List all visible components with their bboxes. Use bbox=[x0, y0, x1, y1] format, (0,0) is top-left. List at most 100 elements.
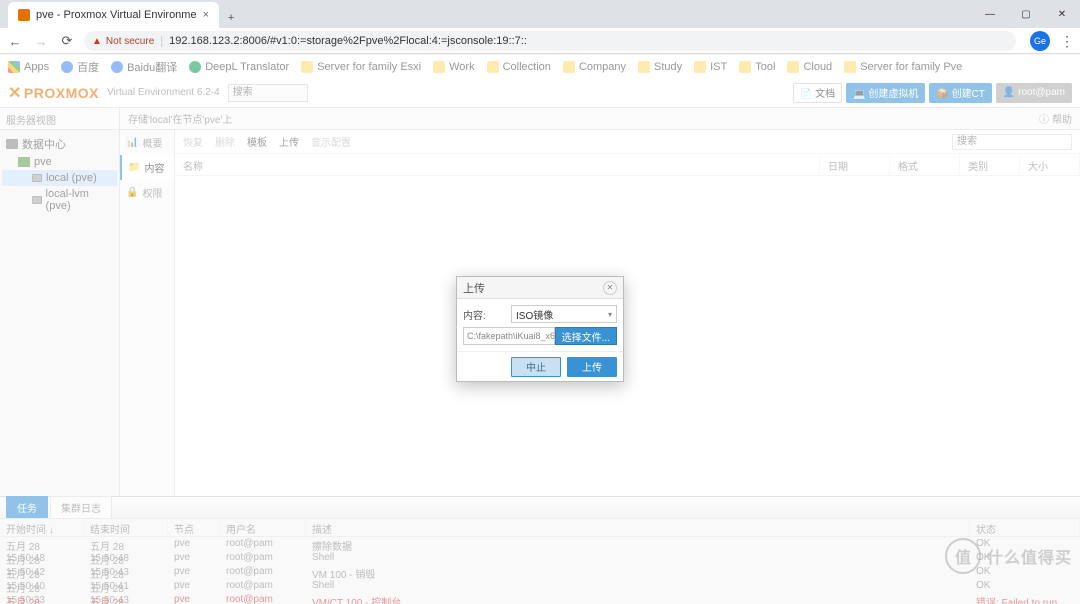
col-size[interactable]: 大小 bbox=[1020, 154, 1080, 175]
log-col-user[interactable]: 用户名 bbox=[220, 519, 306, 536]
storage-icon bbox=[32, 174, 42, 182]
folder-icon bbox=[563, 61, 575, 73]
user-menu-button[interactable]: 👤 root@pam bbox=[996, 83, 1072, 103]
tab-title: pve - Proxmox Virtual Environme bbox=[36, 9, 197, 21]
back-icon[interactable]: ← bbox=[6, 32, 24, 50]
delete-button[interactable]: 删除 bbox=[215, 134, 235, 149]
upload-submit-button[interactable]: 上传 bbox=[567, 357, 617, 377]
pve-version: Virtual Environment 6.2-4 bbox=[107, 87, 220, 98]
log-col-end[interactable]: 结束时间 bbox=[84, 519, 168, 536]
docs-button[interactable]: 📄 文档 bbox=[793, 83, 842, 103]
tree-datacenter[interactable]: 数据中心 bbox=[2, 134, 117, 154]
breadcrumb: 存储'local'在节点'pve'上 ⓘ 帮助 bbox=[120, 108, 1080, 130]
server-tree-sidebar: 服务器视图 数据中心 pve local (pve) local-lvm (pv… bbox=[0, 108, 120, 496]
window-minimize-icon[interactable]: — bbox=[972, 0, 1008, 28]
log-rows: 五月 28 15:50:48五月 28 15:50:48pveroot@pam擦… bbox=[0, 537, 1080, 604]
pve-search-input[interactable] bbox=[228, 84, 308, 102]
content-table-header: 名称 日期 格式 类别 大小 bbox=[175, 154, 1080, 176]
log-row[interactable]: 五月 28 15:50:33五月 28 15:50:43pveroot@pamS… bbox=[0, 579, 1080, 593]
bookmark-item[interactable]: 百度 bbox=[61, 59, 99, 75]
choose-file-button[interactable]: 选择文件... bbox=[555, 327, 617, 345]
modal-close-icon[interactable]: ✕ bbox=[603, 281, 617, 295]
bookmark-folder[interactable]: Server for family Esxi bbox=[301, 61, 421, 73]
restore-button[interactable]: 恢复 bbox=[183, 134, 203, 149]
bookmark-folder[interactable]: Cloud bbox=[787, 61, 832, 73]
tree-storage-local-lvm[interactable]: local-lvm (pve) bbox=[2, 186, 117, 214]
folder-icon bbox=[638, 61, 650, 73]
folder-icon bbox=[487, 61, 499, 73]
col-type[interactable]: 类别 bbox=[960, 154, 1020, 175]
log-row[interactable]: 五月 28 15:50:42五月 28 15:50:43pveroot@pamS… bbox=[0, 551, 1080, 565]
log-col-node[interactable]: 节点 bbox=[168, 519, 220, 536]
help-button[interactable]: ⓘ 帮助 bbox=[1039, 111, 1072, 126]
log-tab-cluster[interactable]: 集群日志 bbox=[50, 496, 112, 518]
template-button[interactable]: 模板 bbox=[247, 134, 267, 149]
folder-icon bbox=[301, 61, 313, 73]
log-col-start[interactable]: 开始时间 ↓ bbox=[0, 519, 84, 536]
reload-icon[interactable]: ⟳ bbox=[58, 32, 76, 50]
forward-icon[interactable]: → bbox=[32, 32, 50, 50]
bookmark-folder[interactable]: Company bbox=[563, 61, 626, 73]
window-close-icon[interactable]: ✕ bbox=[1044, 0, 1080, 28]
url-text: 192.168.123.2:8006/#v1:0:=storage%2Fpve%… bbox=[169, 35, 527, 47]
sidebar-title: 服务器视图 bbox=[0, 108, 119, 130]
address-bar[interactable]: ▲Not secure | 192.168.123.2:8006/#v1:0:=… bbox=[84, 31, 1016, 51]
bookmark-folder[interactable]: Collection bbox=[487, 61, 551, 73]
abort-button[interactable]: 中止 bbox=[511, 357, 561, 377]
tree-node-pve[interactable]: pve bbox=[2, 154, 117, 170]
site-icon bbox=[61, 61, 73, 73]
browser-tab[interactable]: pve - Proxmox Virtual Environme × bbox=[8, 2, 219, 28]
bookmark-item[interactable]: DeepL Translator bbox=[189, 61, 289, 73]
storage-icon bbox=[32, 196, 42, 204]
subnav-permissions[interactable]: 🔒 权限 bbox=[120, 180, 174, 205]
folder-icon bbox=[739, 61, 751, 73]
bookmark-apps[interactable]: Apps bbox=[8, 61, 49, 73]
site-icon bbox=[111, 61, 123, 73]
file-path-field[interactable]: C:\fakepath\iKuai8_x64_3.3.7_ bbox=[463, 327, 555, 345]
node-icon bbox=[18, 157, 30, 167]
log-row[interactable]: 五月 28 15:50:48五月 28 15:50:48pveroot@pam擦… bbox=[0, 537, 1080, 551]
new-tab-button[interactable]: + bbox=[219, 12, 243, 28]
show-config-button[interactable]: 显示配置 bbox=[311, 134, 351, 149]
log-row[interactable]: 五月 28 15:50:40五月 28 15:50:41pveroot@pamV… bbox=[0, 565, 1080, 579]
upload-button[interactable]: 上传 bbox=[279, 134, 299, 149]
datacenter-icon bbox=[6, 139, 18, 149]
chrome-menu-icon[interactable]: ⋮ bbox=[1060, 33, 1074, 50]
profile-avatar[interactable]: Ge bbox=[1030, 31, 1050, 51]
log-row[interactable]: 五月 28 14:56:31五月 28 15:50:43pveroot@pamV… bbox=[0, 593, 1080, 604]
col-date[interactable]: 日期 bbox=[820, 154, 890, 175]
content-search-input[interactable] bbox=[952, 134, 1072, 150]
warning-icon: ▲ bbox=[92, 36, 102, 47]
site-icon bbox=[189, 61, 201, 73]
col-format[interactable]: 格式 bbox=[890, 154, 960, 175]
log-col-status[interactable]: 状态 bbox=[970, 519, 1080, 536]
apps-icon bbox=[8, 61, 20, 73]
create-vm-button[interactable]: 💻 创建虚拟机 bbox=[846, 83, 925, 103]
log-tab-tasks[interactable]: 任务 bbox=[6, 496, 48, 518]
create-ct-button[interactable]: 📦 创建CT bbox=[929, 83, 992, 103]
window-maximize-icon[interactable]: ▢ bbox=[1008, 0, 1044, 28]
content-select[interactable]: ISO镜像 ▾ bbox=[511, 305, 617, 323]
folder-icon bbox=[694, 61, 706, 73]
folder-icon bbox=[433, 61, 445, 73]
modal-header[interactable]: 上传 ✕ bbox=[457, 277, 623, 299]
log-col-desc[interactable]: 描述 bbox=[306, 519, 970, 536]
bookmark-folder[interactable]: IST bbox=[694, 61, 727, 73]
tab-favicon bbox=[18, 9, 30, 21]
log-table-header: 开始时间 ↓ 结束时间 节点 用户名 描述 状态 bbox=[0, 519, 1080, 537]
content-label: 内容: bbox=[463, 307, 507, 322]
subnav-summary[interactable]: 📊 概要 bbox=[120, 130, 174, 155]
bookmark-item[interactable]: Baidu翻译 bbox=[111, 59, 177, 75]
pve-header: ✕PROXMOX Virtual Environment 6.2-4 📄 文档 … bbox=[0, 78, 1080, 108]
bookmark-folder[interactable]: Work bbox=[433, 61, 474, 73]
col-name[interactable]: 名称 bbox=[175, 154, 820, 175]
bookmark-folder[interactable]: Tool bbox=[739, 61, 775, 73]
tree-storage-local[interactable]: local (pve) bbox=[2, 170, 117, 186]
tab-close-icon[interactable]: × bbox=[203, 9, 209, 21]
content-toolbar: 恢复 删除 模板 上传 显示配置 bbox=[175, 130, 1080, 154]
folder-icon bbox=[844, 61, 856, 73]
subnav-content[interactable]: 📁 内容 bbox=[120, 155, 174, 180]
bookmark-folder[interactable]: Server for family Pve bbox=[844, 61, 962, 73]
bookmark-folder[interactable]: Study bbox=[638, 61, 682, 73]
modal-title: 上传 bbox=[463, 280, 485, 296]
